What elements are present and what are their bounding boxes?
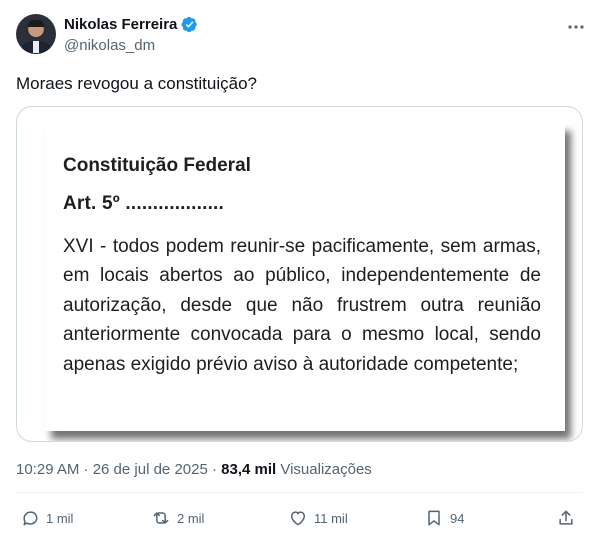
repost-button[interactable]: 2 mil <box>151 508 204 528</box>
more-options-icon[interactable] <box>566 17 586 37</box>
like-icon <box>291 511 305 526</box>
avatar-shirt <box>33 41 39 53</box>
bookmark-icon <box>428 510 440 526</box>
document-article: Art. 5º .................. <box>63 193 225 214</box>
tweet-meta: 10:29 AM · 26 de jul de 2025 · 83,4 mil … <box>16 461 372 478</box>
author-display-name[interactable]: Nikolas Ferreira <box>64 16 177 33</box>
like-count: 11 mil <box>314 510 348 526</box>
bookmark-count: 94 <box>450 510 465 526</box>
views-label: Visualizações <box>276 461 372 478</box>
reply-icon <box>23 511 38 526</box>
reply-button[interactable]: 1 mil <box>20 508 73 528</box>
avatar-hair <box>28 20 44 27</box>
like-button[interactable]: 11 mil <box>288 508 348 528</box>
repost-icon <box>153 512 169 524</box>
views-count: 83,4 mil <box>221 461 277 478</box>
divider <box>16 492 583 493</box>
action-bar: 1 mil 2 mil 11 mil 94 <box>16 508 583 536</box>
author-handle[interactable]: @nikolas_dm <box>64 37 155 54</box>
repost-count: 2 mil <box>177 510 205 526</box>
verified-badge-icon[interactable] <box>181 16 198 33</box>
timestamp[interactable]: 10:29 AM · 26 de jul de 2025 · <box>16 461 221 478</box>
document-title: Constituição Federal <box>63 155 251 176</box>
share-icon <box>559 510 573 525</box>
share-button[interactable] <box>556 508 576 528</box>
reply-count: 1 mil <box>46 510 74 526</box>
tweet-media[interactable]: Constituição Federal Art. 5º ...........… <box>16 106 583 442</box>
document-body: XVI - todos podem reunir-se pacificament… <box>63 236 541 375</box>
tweet-text: Moraes revogou a constituição? <box>16 74 257 93</box>
bookmark-button[interactable]: 94 <box>424 508 464 528</box>
author-avatar[interactable] <box>16 14 56 54</box>
document-image: Constituição Federal Art. 5º ...........… <box>45 123 565 431</box>
author-name-row: Nikolas Ferreira <box>64 16 198 33</box>
